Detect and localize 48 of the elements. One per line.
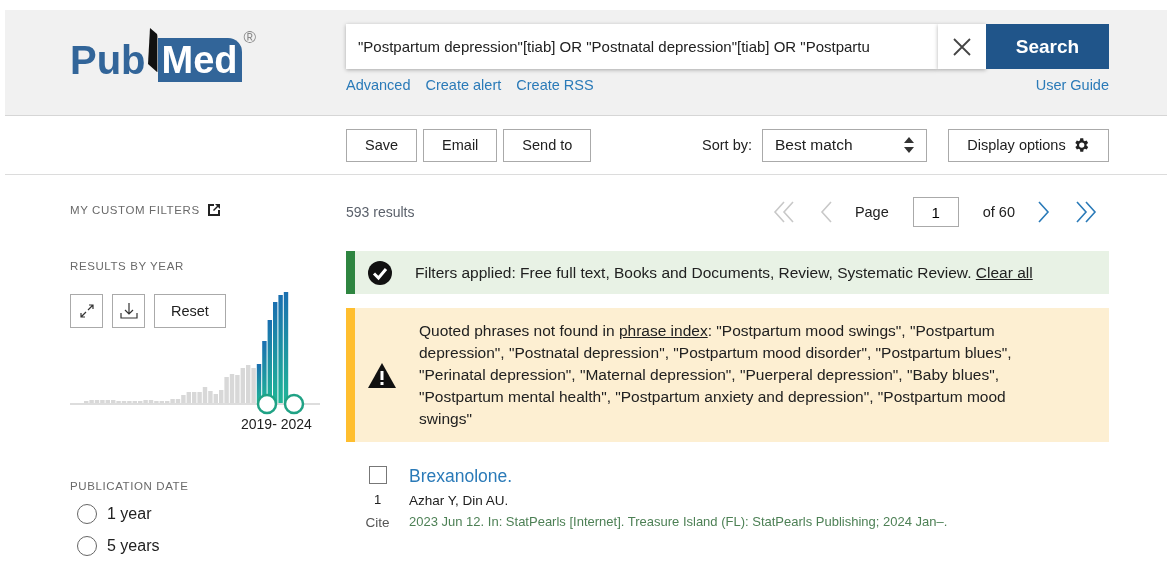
results-count: 593 results	[346, 204, 415, 220]
filters-message: Filters applied: Free full text, Books and Documents, Review, Systematic Review. Clear all	[415, 262, 1034, 283]
expand-icon	[79, 304, 94, 318]
search-link[interactable]: Advanced	[346, 77, 411, 93]
action-button[interactable]: Save	[346, 128, 418, 162]
search-button[interactable]: Search	[986, 24, 1109, 69]
close-icon	[953, 37, 971, 56]
page-label: Page	[854, 204, 889, 220]
page-total: of 60	[982, 204, 1015, 220]
result-number: 1	[373, 492, 382, 507]
warning-message: Quoted phrases not found in phrase index: "Postpartum mood swings", "Postpartum depression", "Postnatal depression", "Postpartum mood disorder", "Postpartum blues", "Perinatal depression", "Maternal depression", "Puerperal depression", "Baby blues", "Postpartum mental health", "Postpartum anxiety and depression", "Postpartum mood swings"	[419, 321, 1013, 429]
check-circle-icon	[368, 260, 392, 285]
section-heading: PUBLICATION DATE	[70, 480, 189, 492]
range-handle[interactable]	[256, 393, 278, 415]
result-authors: Azhar Y, Din AU.	[409, 493, 510, 508]
page-input[interactable]: 1	[912, 197, 959, 227]
last-page-icon[interactable]	[1075, 201, 1097, 223]
result-title-link[interactable]: Brexanolone.	[409, 466, 948, 487]
section-heading: RESULTS BY YEAR	[70, 260, 184, 272]
cite-link[interactable]: Cite	[365, 515, 390, 530]
clear-all-link[interactable]: Clear all	[975, 263, 1033, 281]
clear-button[interactable]	[938, 24, 986, 69]
sort-label: Sort by:	[702, 137, 752, 153]
radio-label[interactable]: 5 years	[107, 537, 160, 555]
action-button[interactable]: Send to	[503, 128, 592, 162]
download-button[interactable]	[112, 294, 145, 328]
result-citation: 2023 Jun 12. In: StatPearls [Internet]. Treasure Island (FL): StatPearls Publishing; 2024 Jan–.	[409, 514, 948, 529]
reset-button[interactable]: Reset	[154, 294, 226, 328]
external-link-icon[interactable]	[207, 204, 220, 216]
checkbox[interactable]	[368, 466, 387, 484]
download-icon	[119, 302, 138, 320]
range-handle[interactable]	[283, 393, 305, 415]
year-range: 2019- 2024	[241, 416, 312, 432]
radio-label[interactable]: 1 year	[107, 505, 152, 523]
pubmed-logo[interactable]: Pub Med®	[5, 24, 281, 115]
display-options-button[interactable]: Display options	[948, 128, 1109, 162]
action-button[interactable]: Email	[423, 128, 498, 162]
search-field[interactable]: "Postpartum depression"[tiab] OR "Postnatal depression"[tiab] OR "Postpartu	[346, 24, 938, 69]
search-link[interactable]: Create RSS	[516, 77, 594, 93]
search-link[interactable]: Create alert	[425, 77, 502, 93]
phrase-index-link[interactable]: phrase index	[618, 322, 708, 339]
section-heading: MY CUSTOM FILTERS	[70, 204, 200, 216]
warning-icon	[368, 362, 396, 388]
sort-caret-icon	[904, 137, 914, 153]
sort-select[interactable]: Best match	[762, 128, 927, 162]
next-page-icon[interactable]	[1037, 201, 1051, 223]
user-guide-link[interactable]: User Guide	[1035, 77, 1109, 93]
expand-button[interactable]	[70, 294, 103, 328]
